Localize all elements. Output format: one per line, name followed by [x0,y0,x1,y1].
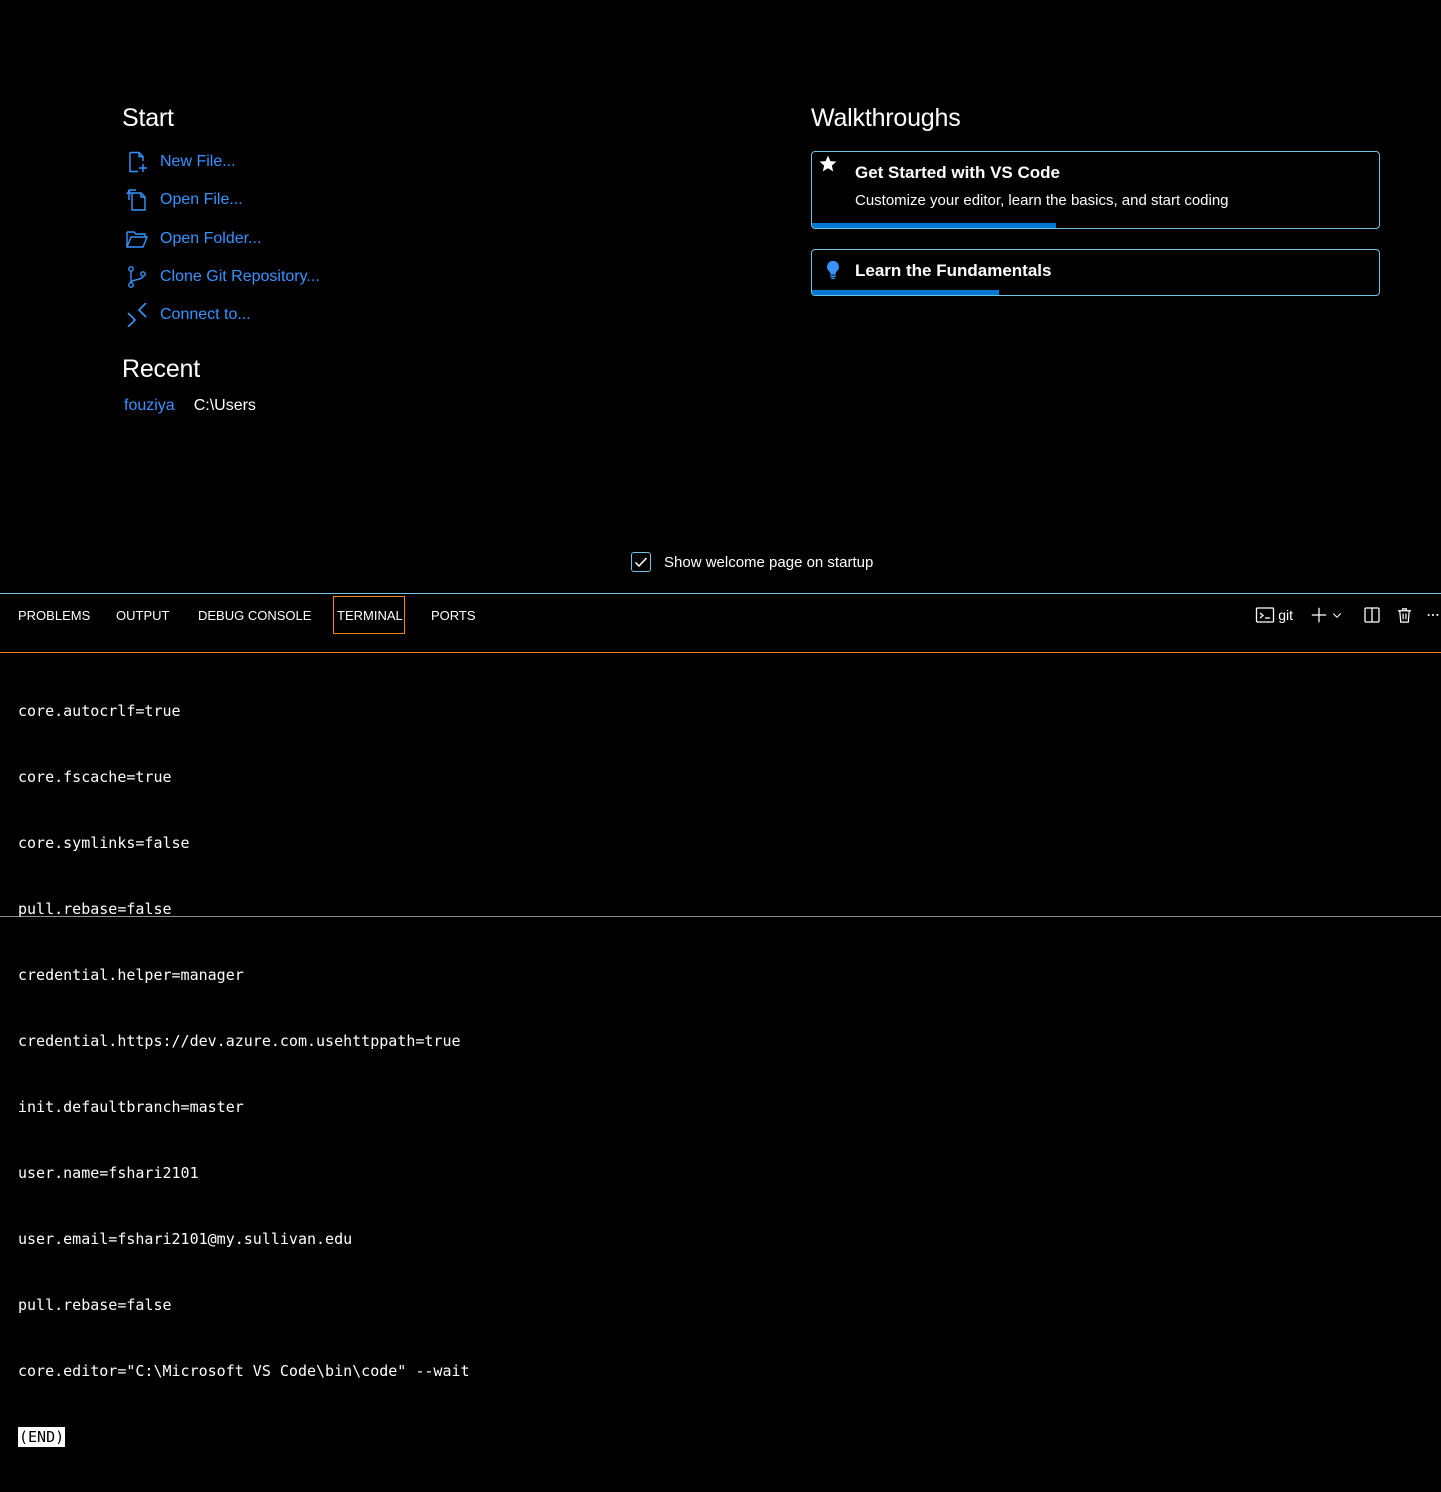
tab-terminal[interactable]: TERMINAL [333,596,405,634]
terminal-line: user.name=fshari2101 [18,1164,199,1182]
terminal-line: credential.https://dev.azure.com.usehttp… [18,1032,461,1050]
add-icon[interactable] [1309,602,1329,628]
walkthrough-title: Get Started with VS Code [855,163,1060,182]
clone-git-repository-link[interactable]: Clone Git Repository... [124,263,320,291]
recent-item: fouziya C:\Users [124,397,256,415]
lightbulb-icon [822,259,844,281]
chevron-down-icon[interactable] [1329,602,1345,628]
walkthrough-title: Learn the Fundamentals [855,261,1052,280]
walkthrough-card-get-started[interactable]: Get Started with VS Code Customize your … [811,151,1380,229]
recent-heading: Recent [122,355,201,383]
tab-problems[interactable]: PROBLEMS [15,596,93,634]
recent-item-path: C:\Users [193,397,256,414]
show-welcome-checkbox-row: Show welcome page on startup [631,552,873,572]
walkthroughs-heading: Walkthroughs [811,104,961,132]
panel-tab-bar: PROBLEMS OUTPUT DEBUG CONSOLE TERMINAL P… [0,594,1441,652]
connect-to-label: Connect to... [160,306,251,323]
bottom-panel: PROBLEMS OUTPUT DEBUG CONSOLE TERMINAL P… [0,593,1441,1447]
open-folder-link[interactable]: Open Folder... [124,225,261,253]
terminal-icon[interactable] [1252,602,1278,628]
open-file-icon [124,187,150,213]
star-icon [818,154,840,176]
new-file-icon [124,149,150,175]
open-file-link[interactable]: Open File... [124,186,243,214]
recent-item-name[interactable]: fouziya [124,397,175,415]
new-file-link[interactable]: New File... [124,148,236,176]
trash-icon[interactable] [1393,602,1415,628]
more-icon[interactable] [1425,602,1441,628]
terminal-line: core.editor="C:\Microsoft VS Code\bin\co… [18,1362,470,1380]
panel-separator [0,652,1441,653]
terminal-output[interactable]: core.autocrlf=true core.fscache=true cor… [18,656,1418,1492]
open-folder-icon [124,226,150,252]
remote-connect-icon [124,302,150,328]
terminal-line: core.symlinks=false [18,834,190,852]
walkthrough-card-fundamentals[interactable]: Learn the Fundamentals [811,249,1380,296]
split-icon[interactable] [1361,602,1383,628]
welcome-page: Start New File... Open File... Open Fold… [0,0,1441,593]
terminal-line: init.defaultbranch=master [18,1098,244,1116]
show-welcome-label: Show welcome page on startup [664,553,874,571]
connect-to-link[interactable]: Connect to... [124,301,251,329]
walkthrough-description: Customize your editor, learn the basics,… [855,192,1229,209]
panel-actions: git [1252,600,1441,630]
tab-ports[interactable]: PORTS [428,596,479,634]
git-branch-icon [124,264,150,290]
clone-git-label: Clone Git Repository... [160,268,320,285]
open-folder-label: Open Folder... [160,230,262,247]
tab-output[interactable]: OUTPUT [113,596,172,634]
terminal-end-marker: (END) [18,1427,66,1447]
checkmark-icon [634,557,648,568]
terminal-bottom-border [0,916,1441,917]
terminal-line: core.autocrlf=true [18,702,181,720]
tab-debug-console[interactable]: DEBUG CONSOLE [195,596,314,634]
walkthrough-progress-bar [812,223,1056,228]
terminal-line: pull.rebase=false [18,1296,172,1314]
start-heading: Start [122,104,174,132]
terminal-line: user.email=fshari2101@my.sullivan.edu [18,1230,353,1248]
terminal-name[interactable]: git [1278,602,1293,628]
new-file-label: New File... [160,153,236,170]
terminal-line: credential.helper=manager [18,966,244,984]
terminal-line: core.fscache=true [18,768,172,786]
walkthrough-progress-bar [812,290,1000,295]
show-welcome-checkbox[interactable] [631,552,651,572]
open-file-label: Open File... [160,191,243,208]
